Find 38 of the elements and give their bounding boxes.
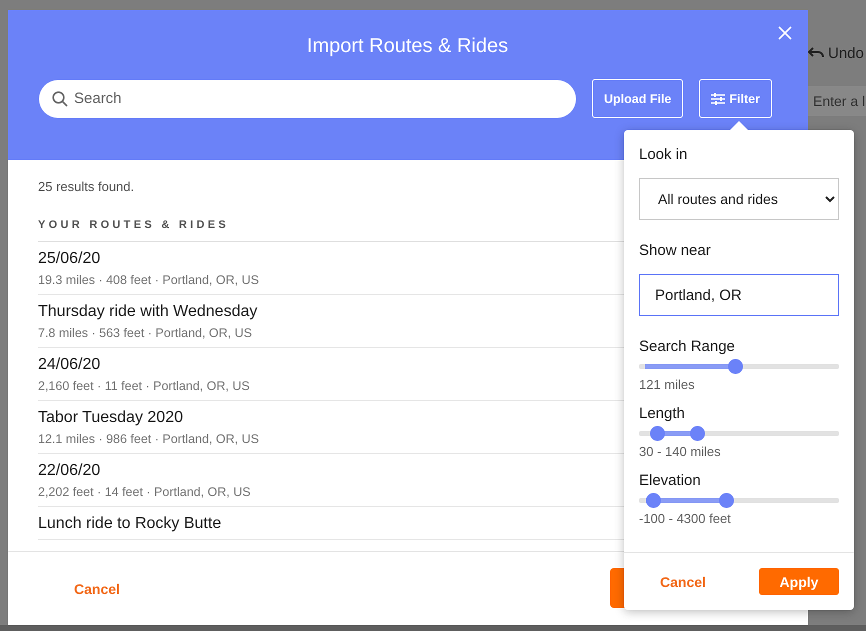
slider-label: Search Range — [639, 338, 736, 356]
slider-thumb[interactable] — [719, 493, 734, 508]
slider-reading: 121 miles — [639, 377, 696, 392]
route-title: Lunch ride to Rocky Butte — [38, 514, 222, 534]
look-in-dropdown[interactable]: All routes and rides — [639, 178, 839, 220]
close-icon[interactable] — [778, 26, 792, 40]
route-title: 22/06/20 — [38, 461, 100, 481]
route-title: 24/06/20 — [38, 355, 100, 375]
route-title: 25/06/20 — [38, 249, 100, 269]
slider-label: Elevation — [639, 472, 702, 490]
slider-thumb[interactable] — [650, 426, 665, 441]
slider-thumb[interactable] — [690, 426, 705, 441]
undo-icon — [808, 47, 824, 59]
look-in-label: Look in — [639, 146, 688, 164]
slider-label: Length — [639, 405, 686, 423]
location-field[interactable]: Enter a l — [808, 86, 866, 116]
slider-track[interactable] — [639, 493, 839, 508]
show-near-field[interactable]: Portland, OR — [639, 274, 839, 316]
route-details: 19.3 miles · 408 feet · Portland, OR, US — [38, 272, 259, 289]
slider-track[interactable] — [639, 426, 839, 441]
route-details: 2,202 feet · 14 feet · Portland, OR, US — [38, 484, 251, 501]
search-field[interactable]: Search — [39, 80, 576, 118]
slider-track[interactable] — [639, 359, 839, 374]
slider-reading: 30 - 140 miles — [639, 444, 722, 459]
show-near-label: Show near — [639, 242, 712, 260]
route-details: 12.1 miles · 986 feet · Portland, OR, US — [38, 431, 259, 448]
search-icon — [52, 90, 68, 106]
undo-label[interactable]: Undo — [828, 44, 864, 62]
sliders-icon — [711, 92, 726, 104]
slider-reading: -100 - 4300 feet — [639, 511, 732, 526]
results-count: 25 results found. — [38, 179, 136, 194]
route-details: 7.8 miles · 563 feet · Portland, OR, US — [38, 325, 252, 342]
dialog-title: Import Routes & Rides — [306, 34, 508, 58]
slider-thumb[interactable] — [728, 359, 743, 374]
route-title: Tabor Tuesday 2020 — [38, 408, 183, 428]
route-details: 2,160 feet · 11 feet · Portland, OR, US — [38, 378, 250, 395]
route-title: Thursday ride with Wednesday — [38, 302, 258, 322]
slider-thumb[interactable] — [646, 493, 661, 508]
